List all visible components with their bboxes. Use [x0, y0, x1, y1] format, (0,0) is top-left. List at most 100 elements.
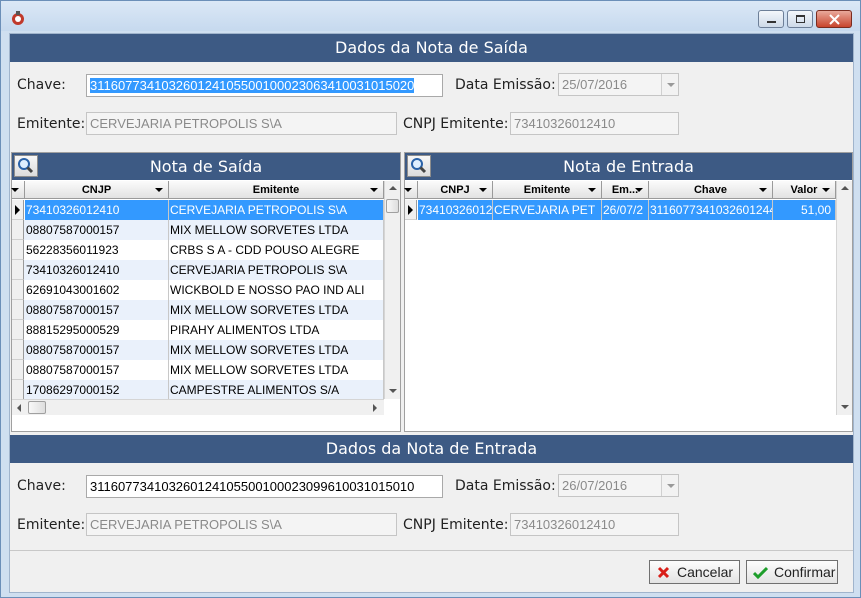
row-indicator [12, 300, 24, 320]
emitente-cell[interactable]: CERVEJARIA PETROPOLIS S\A [169, 260, 384, 280]
minimize-button[interactable] [758, 10, 784, 28]
row-indicator [12, 320, 24, 340]
check-icon [753, 566, 768, 579]
title-bar[interactable] [1, 1, 860, 31]
table-row[interactable]: 88815295000529 PIRAHY ALIMENTOS LTDA [12, 320, 384, 340]
search-entrada-button[interactable] [407, 155, 431, 177]
entrada-cnpj-field[interactable]: 73410326012410 [510, 513, 679, 536]
entrada-chave-field[interactable]: 3116077341032601241055001000230996100310… [86, 475, 443, 498]
cnjp-cell[interactable]: 08807587000157 [25, 360, 169, 380]
table-row[interactable]: 73410326012410 CERVEJARIA PETROPOLIS S\A [12, 200, 384, 220]
emissao-cell[interactable]: 26/07/2 [602, 200, 649, 220]
column-cnjp[interactable]: CNJP [25, 181, 169, 199]
scroll-right-icon[interactable] [373, 404, 377, 412]
emitente-cell[interactable]: CERVEJARIA PETROPOLIS S\A [169, 200, 384, 220]
horizontal-scrollbar[interactable] [12, 399, 384, 415]
scroll-thumb[interactable] [386, 199, 399, 213]
emitente-cell[interactable]: MIX MELLOW SORVETES LTDA [169, 340, 384, 360]
column-emitente[interactable]: Emitente [493, 181, 602, 199]
saida-header: Dados da Nota de Saída [10, 34, 853, 62]
vertical-scrollbar[interactable] [384, 181, 400, 399]
app-icon [12, 11, 24, 25]
saida-emitente-field[interactable]: CERVEJARIA PETROPOLIS S\A [86, 112, 397, 135]
emitente-cell[interactable]: CERVEJARIA PET [493, 200, 602, 220]
emitente-cell[interactable]: MIX MELLOW SORVETES LTDA [169, 300, 384, 320]
cnjp-cell[interactable]: 88815295000529 [25, 320, 169, 340]
emitente-cell[interactable]: CAMPESTRE ALIMENTOS S/A [169, 380, 384, 400]
saida-data-value: 25/07/2016 [562, 77, 628, 92]
close-button[interactable] [816, 10, 852, 28]
saida-chave-field[interactable]: 3116077341032601241055001000230634100310… [86, 74, 443, 97]
maximize-icon [796, 15, 805, 23]
row-indicator [405, 200, 417, 220]
emitente-cell[interactable]: WICKBOLD E NOSSO PAO IND ALI [169, 280, 384, 300]
emitente-cell[interactable]: PIRAHY ALIMENTOS LTDA [169, 320, 384, 340]
cnjp-cell[interactable]: 08807587000157 [25, 340, 169, 360]
chave-cell[interactable]: 3116077341032601244 [649, 200, 773, 220]
cnjp-cell[interactable]: 08807587000157 [25, 220, 169, 240]
column-valor[interactable]: Valor [773, 181, 836, 199]
table-row[interactable]: 08807587000157 MIX MELLOW SORVETES LTDA [12, 220, 384, 240]
table-row[interactable]: 17086297000152 CAMPESTRE ALIMENTOS S/A [12, 380, 384, 400]
cnpj-cell[interactable]: 73410326012 [418, 200, 493, 220]
hscroll-thumb[interactable] [28, 401, 46, 414]
table-row[interactable]: 08807587000157 MIX MELLOW SORVETES LTDA [12, 360, 384, 380]
column-chave[interactable]: Chave [649, 181, 773, 199]
chevron-down-icon[interactable] [661, 74, 678, 95]
table-row[interactable]: 73410326012 CERVEJARIA PET 26/07/2 31160773… [405, 200, 836, 220]
entrada-chave-value: 3116077341032601241055001000230996100310… [90, 479, 415, 494]
table-row[interactable]: 08807587000157 MIX MELLOW SORVETES LTDA [12, 300, 384, 320]
saida-emitente-value: CERVEJARIA PETROPOLIS S\A [90, 116, 282, 131]
footer-divider [10, 550, 853, 551]
cnjp-cell[interactable]: 73410326012410 [25, 260, 169, 280]
emitente-cell[interactable]: MIX MELLOW SORVETES LTDA [169, 360, 384, 380]
cnjp-cell[interactable]: 17086297000152 [25, 380, 169, 400]
emitente-cell[interactable]: MIX MELLOW SORVETES LTDA [169, 220, 384, 240]
entrada-emitente-field[interactable]: CERVEJARIA PETROPOLIS S\A [86, 513, 397, 536]
table-row[interactable]: 56228356011923 CRBS S A - CDD POUSO ALEGR… [12, 240, 384, 260]
table-row[interactable]: 73410326012410 CERVEJARIA PETROPOLIS S\A [12, 260, 384, 280]
saida-cnpj-value: 73410326012410 [514, 116, 616, 131]
saida-data-label: Data Emissão: [455, 77, 556, 93]
table-row[interactable]: 62691043001602 WICKBOLD E NOSSO PAO IND A… [12, 280, 384, 300]
saida-data-field[interactable]: 25/07/2016 [558, 73, 679, 96]
scroll-down-icon[interactable] [389, 389, 397, 393]
saida-chave-value: 3116077341032601241055001000230634100310… [90, 78, 415, 93]
cnjp-cell[interactable]: 56228356011923 [25, 240, 169, 260]
table-row[interactable]: 08807587000157 MIX MELLOW SORVETES LTDA [12, 340, 384, 360]
search-saida-button[interactable] [14, 155, 38, 177]
cnjp-cell[interactable]: 62691043001602 [25, 280, 169, 300]
valor-cell[interactable]: 51,00 [773, 200, 836, 220]
cnjp-cell[interactable]: 73410326012410 [25, 200, 169, 220]
saida-chave-label: Chave: [17, 77, 66, 93]
entrada-header: Dados da Nota de Entrada [10, 435, 853, 463]
scroll-up-icon[interactable] [389, 186, 397, 190]
scroll-up-icon[interactable] [841, 186, 849, 190]
scroll-left-icon[interactable] [17, 404, 21, 412]
emitente-cell[interactable]: CRBS S A - CDD POUSO ALEGRE [169, 240, 384, 260]
row-indicator [12, 240, 24, 260]
vertical-scrollbar[interactable] [836, 181, 852, 415]
row-indicator [12, 200, 24, 220]
entrada-data-field[interactable]: 26/07/2016 [558, 474, 679, 497]
nota-entrada-title: Nota de Entrada [405, 153, 852, 180]
entrada-data-label: Data Emissão: [455, 478, 556, 494]
confirm-button[interactable]: Confirmar [746, 560, 838, 584]
column-emitente[interactable]: Emitente [169, 181, 384, 199]
entrada-cnpj-label: CNPJ Emitente: [403, 517, 509, 533]
cnjp-cell[interactable]: 08807587000157 [25, 300, 169, 320]
chevron-down-icon[interactable] [661, 475, 678, 496]
column-emissao[interactable]: Em... [602, 181, 649, 199]
search-icon [18, 158, 34, 174]
column-cnpj[interactable]: CNPJ [418, 181, 493, 199]
dialog-client: Dados da Nota de Saída Chave: 3116077341… [9, 33, 854, 593]
cancel-button[interactable]: Cancelar [649, 560, 740, 584]
row-indicator [12, 340, 24, 360]
scroll-down-icon[interactable] [841, 405, 849, 409]
nota-entrada-panel: Nota de Entrada CNPJ Emitente Em... Chav… [404, 152, 853, 432]
nota-saida-title: Nota de Saída [12, 153, 400, 180]
entrada-emitente-value: CERVEJARIA PETROPOLIS S\A [90, 517, 282, 532]
confirm-label: Confirmar [774, 564, 836, 580]
saida-cnpj-field[interactable]: 73410326012410 [510, 112, 679, 135]
maximize-button[interactable] [787, 10, 813, 28]
